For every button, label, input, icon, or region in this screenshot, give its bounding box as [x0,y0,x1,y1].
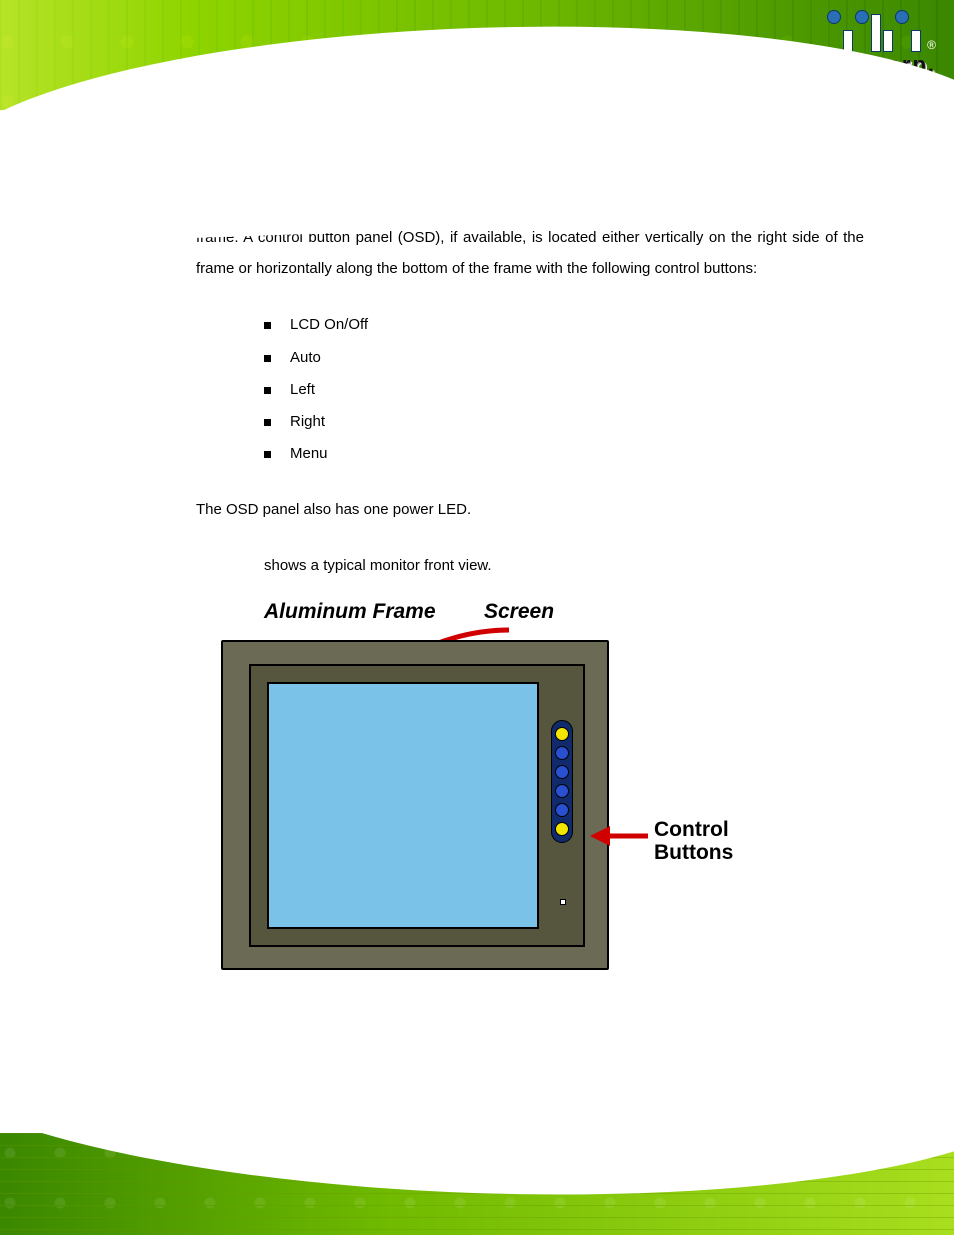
monitor-screen-area [267,682,539,929]
osd-button-icon [555,746,569,760]
osd-button-icon [555,765,569,779]
header-banner: ® Technology Corp. [0,0,954,110]
monitor-figure: Aluminum Frame Screen Control Buttons [216,600,776,1000]
osd-button-icon [555,784,569,798]
list-item: Auto [264,342,864,374]
arrow-control-icon [588,816,650,856]
registered-mark: ® [927,38,936,52]
brand-logo-icon: ® [826,8,936,52]
label-control-buttons: Control Buttons [654,818,733,864]
monitor-outer-frame [221,640,609,970]
list-item: Right [264,406,864,438]
figure-caption: shows a typical monitor front view. [264,551,864,582]
footer-banner [0,1133,954,1235]
paragraph-led: The OSD panel also has one power LED. [196,495,864,526]
osd-button-icon [555,727,569,741]
osd-button-icon [555,803,569,817]
label-screen: Screen [484,600,554,624]
label-aluminum-frame: Aluminum Frame [264,600,436,624]
list-item: Left [264,374,864,406]
osd-button-icon [555,822,569,836]
list-item: Menu [264,438,864,470]
list-item: LCD On/Off [264,309,864,341]
page-content: The front of the DM series LCD monitor i… [0,110,954,1000]
power-led-icon [560,899,566,905]
monitor-inner-frame [249,664,585,947]
control-button-strip [551,720,573,843]
control-buttons-list: LCD On/Off Auto Left Right Menu [264,309,864,470]
